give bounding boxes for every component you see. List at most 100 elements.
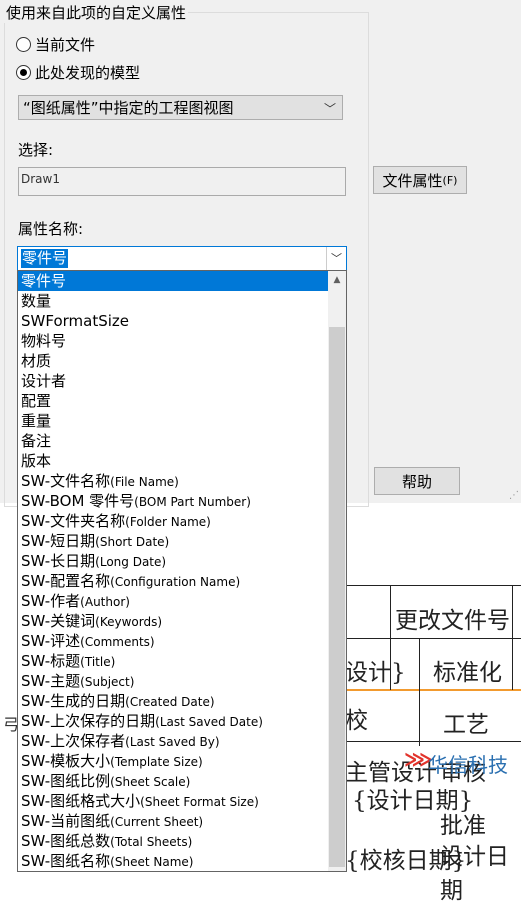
- resize-grip-icon[interactable]: ⋰: [509, 490, 519, 501]
- dropdown-item[interactable]: SW-关键词(Keywords): [18, 611, 329, 631]
- dropdown-item-label: SW-图纸名称: [21, 852, 111, 870]
- dropdown-item[interactable]: SW-生成的日期(Created Date): [18, 691, 329, 711]
- dropdown-item[interactable]: SW-主题(Subject): [18, 671, 329, 691]
- dropdown-item-label: SW-标题: [21, 652, 81, 670]
- dropdown-item-english: (Sheet Format Size): [140, 795, 259, 809]
- dropdown-item-label: SW-模板大小: [21, 752, 111, 770]
- dropdown-item-label: 零件号: [21, 272, 67, 290]
- dropdown-item[interactable]: SW-短日期(Short Date): [18, 531, 329, 551]
- dropdown-item[interactable]: 备注: [18, 431, 329, 451]
- cell-check: 校: [345, 708, 368, 734]
- dropdown-item-label: SW-图纸格式大小: [21, 792, 141, 810]
- dropdown-item[interactable]: SW-长日期(Long Date): [18, 551, 329, 571]
- dropdown-item-label: 设计者: [21, 372, 67, 390]
- select-field[interactable]: Draw1: [18, 167, 346, 196]
- dropdown-item[interactable]: 数量: [18, 291, 329, 311]
- chevron-down-icon[interactable]: ﹀: [324, 100, 336, 117]
- dropdown-item-english: (Sheet Name): [110, 855, 194, 869]
- dropdown-item-label: SW-当前图纸: [21, 812, 111, 830]
- file-properties-button[interactable]: 文件属性 (F): [373, 166, 467, 194]
- dropdown-item[interactable]: SW-图纸比例(Sheet Scale): [18, 771, 329, 791]
- table-line: [512, 585, 513, 690]
- select-label: 选择:: [18, 141, 54, 159]
- dropdown-item[interactable]: SW-上次保存者(Last Saved By): [18, 731, 329, 751]
- dropdown-item-english: (Current Sheet): [110, 815, 204, 829]
- dropdown-item[interactable]: SW-图纸总数(Total Sheets): [18, 831, 329, 851]
- dropdown-item-label: SW-图纸总数: [21, 832, 111, 850]
- radio-checked-icon[interactable]: [16, 65, 31, 80]
- dropdown-item-english: (Author): [80, 595, 130, 609]
- radio-unchecked-icon[interactable]: [16, 37, 31, 52]
- dropdown-item-english: (Template Size): [110, 755, 203, 769]
- table-line: [345, 585, 521, 586]
- radio-current-file-label: 当前文件: [35, 36, 96, 54]
- dropdown-item[interactable]: SW-文件夹名称(Folder Name): [18, 511, 329, 531]
- dropdown-item-english: (Long Date): [95, 555, 167, 569]
- dropdown-item-label: SW-上次保存者: [21, 732, 126, 750]
- source-view-value: “图纸属性”中指定的工程图视图: [23, 99, 234, 117]
- property-name-combo[interactable]: 零件号 ﹀: [17, 246, 347, 271]
- dropdown-item-english: (Keywords): [95, 615, 163, 629]
- dropdown-item[interactable]: SW-当前图纸(Current Sheet): [18, 811, 329, 831]
- dropdown-item-english: (Total Sheets): [110, 835, 193, 849]
- dropdown-item-label: 物料号: [21, 332, 67, 350]
- dropdown-item-english: (Title): [80, 655, 116, 669]
- radio-found-model[interactable]: 此处发现的模型: [16, 62, 140, 83]
- dropdown-item-english: (Last Saved Date): [155, 715, 263, 729]
- dropdown-item-label: SW-关键词: [21, 612, 96, 630]
- scroll-up-arrow-icon[interactable]: ▲: [328, 271, 346, 289]
- source-view-combo[interactable]: “图纸属性”中指定的工程图视图 ﹀: [18, 95, 343, 120]
- radio-current-file[interactable]: 当前文件: [16, 34, 95, 55]
- dropdown-item-english: (Comments): [80, 635, 155, 649]
- dropdown-item-label: SW-图纸比例: [21, 772, 111, 790]
- property-dropdown-list[interactable]: 零件号数量 SWFormatSize 物料号 材质 设计者 配置 重量 备注版本 SW-文件名称…: [17, 270, 347, 872]
- dropdown-item-label: SW-评述: [21, 632, 81, 650]
- dropdown-item-english: (Configuration Name): [110, 575, 241, 589]
- dropdown-item[interactable]: SW-BOM 零件号(BOM Part Number): [18, 491, 329, 511]
- dropdown-items: 零件号数量 SWFormatSize 物料号 材质 设计者 配置 重量 备注版本 SW-文件名称…: [18, 271, 329, 871]
- dropdown-item-label: SW-短日期: [21, 532, 96, 550]
- cell-craft: 工艺: [443, 712, 489, 738]
- dropdown-item[interactable]: 材质: [18, 351, 329, 371]
- dropdown-item[interactable]: 重量: [18, 411, 329, 431]
- cell-design: 设计}: [345, 660, 406, 686]
- dropdown-item-english: (BOM Part Number): [134, 495, 251, 509]
- dropdown-item-label: SW-上次保存的日期: [21, 712, 156, 730]
- dropdown-item[interactable]: 物料号: [18, 331, 329, 351]
- dropdown-item-label: 数量: [21, 292, 52, 310]
- dropdown-item[interactable]: SW-标题(Title): [18, 651, 329, 671]
- dropdown-item[interactable]: SW-作者(Author): [18, 591, 329, 611]
- dropdown-item[interactable]: SW-模板大小(Template Size): [18, 751, 329, 771]
- dropdown-item-label: SW-主题: [21, 672, 81, 690]
- scroll-thumb[interactable]: [329, 327, 345, 867]
- dropdown-item-label: 备注: [21, 432, 52, 450]
- dropdown-item-label: SW-BOM 零件号: [21, 492, 135, 510]
- file-properties-shortcut: (F): [442, 173, 458, 187]
- dropdown-item[interactable]: SW-上次保存的日期(Last Saved Date): [18, 711, 329, 731]
- dropdown-item[interactable]: SW-图纸格式大小(Sheet Format Size): [18, 791, 329, 811]
- property-name-value: 零件号: [21, 249, 69, 268]
- cell-change-doc: 更改文件号: [395, 608, 510, 634]
- dropdown-scrollbar[interactable]: ▲: [328, 271, 346, 871]
- dropdown-item[interactable]: SW-评述(Comments): [18, 631, 329, 651]
- dropdown-item[interactable]: SW-文件名称(File Name): [18, 471, 329, 491]
- table-line: [345, 638, 521, 639]
- dropdown-item[interactable]: SWFormatSize: [18, 311, 329, 331]
- dropdown-item-label: SW-作者: [21, 592, 81, 610]
- logo-text: 华信科技: [428, 753, 508, 777]
- dropdown-item-label: 版本: [21, 452, 52, 470]
- dropdown-item-label: SW-文件夹名称: [21, 512, 126, 530]
- dropdown-item-label: SW-生成的日期: [21, 692, 126, 710]
- dropdown-item[interactable]: SW-配置名称(Configuration Name): [18, 571, 329, 591]
- cell-approve: 批准: [440, 813, 486, 839]
- dropdown-item[interactable]: 配置: [18, 391, 329, 411]
- chevron-down-icon[interactable]: ﹀: [326, 247, 346, 270]
- dropdown-item-label: SW-长日期: [21, 552, 96, 570]
- dropdown-item[interactable]: 版本: [18, 451, 329, 471]
- radio-found-model-label: 此处发现的模型: [35, 64, 141, 82]
- dropdown-item[interactable]: SW-图纸名称(Sheet Name): [18, 851, 329, 871]
- dropdown-item[interactable]: 零件号: [18, 271, 329, 291]
- help-button[interactable]: 帮助: [374, 467, 460, 495]
- table-line: [419, 638, 420, 746]
- dropdown-item[interactable]: 设计者: [18, 371, 329, 391]
